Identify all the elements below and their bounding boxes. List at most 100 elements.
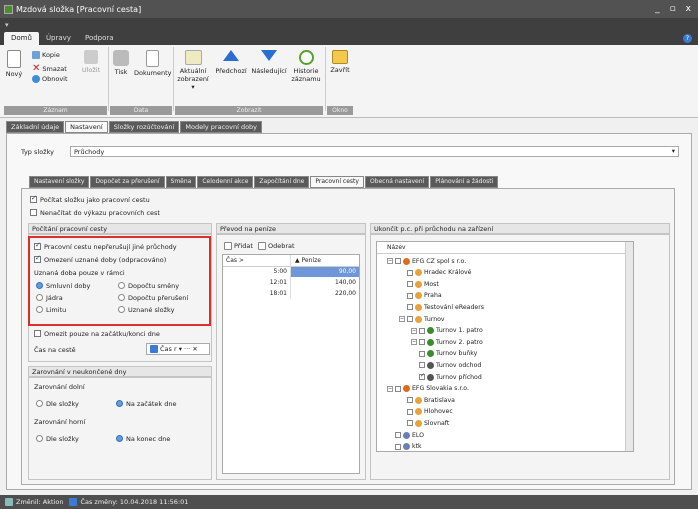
expand-icon[interactable]: − (411, 339, 417, 346)
tree-checkbox[interactable] (407, 408, 413, 415)
tree-node[interactable]: Slovnaft (399, 418, 449, 428)
col-name-header[interactable]: Název (387, 244, 406, 251)
copy-button[interactable]: Kopie (32, 51, 60, 59)
tree-node[interactable]: − Turnov 1. patro (411, 326, 483, 336)
tab-business-trips[interactable]: Pracovní cesty (310, 176, 364, 188)
expand-icon[interactable] (399, 408, 405, 415)
print-button[interactable]: Tisk (112, 50, 130, 76)
expand-icon[interactable] (399, 397, 405, 404)
close-window-button[interactable]: Zavřít (329, 50, 351, 74)
minimize-button[interactable]: _ (655, 4, 660, 14)
expand-icon[interactable] (399, 420, 405, 427)
tree-node[interactable]: Turnov příchod (411, 372, 482, 382)
expand-icon[interactable] (399, 304, 405, 311)
tree-node[interactable]: Turnov odchod (411, 360, 481, 370)
maximize-button[interactable]: ▫ (670, 4, 676, 14)
tab-general[interactable]: Obecná nastavení (364, 176, 430, 188)
no-interrupt-checkbox[interactable] (34, 241, 41, 250)
tab-support[interactable]: Podpora (78, 32, 121, 45)
next-button[interactable]: Následující (249, 50, 289, 75)
tree-checkbox[interactable] (407, 420, 413, 427)
current-view-button[interactable]: Aktuální zobrazení ▾ (175, 50, 211, 91)
tree-checkbox[interactable] (395, 432, 401, 438)
add-button[interactable]: Přidat (224, 242, 253, 250)
tree-node[interactable]: − Turnov 2. patro (411, 337, 483, 347)
remove-button[interactable]: Odebrat (258, 242, 295, 250)
to-end-radio[interactable] (116, 435, 123, 442)
expand-icon[interactable] (399, 269, 405, 276)
tree-scrollbar[interactable] (625, 242, 633, 451)
to-start-radio[interactable] (116, 400, 123, 407)
expand-icon[interactable] (411, 350, 417, 357)
tree-node[interactable]: Turnov buňky (411, 349, 477, 359)
tree-checkbox[interactable] (407, 292, 413, 299)
tree-checkbox[interactable] (407, 281, 413, 288)
table-cell[interactable]: 90,00 (339, 268, 356, 275)
only-begin-checkbox[interactable] (34, 330, 41, 337)
shift-radio[interactable] (118, 282, 125, 289)
table-cell[interactable]: 12:01 (270, 279, 287, 286)
delete-button[interactable]: ✕ Smazat (32, 63, 67, 74)
tab-item-settings[interactable]: Nastavení složky (29, 176, 90, 188)
expand-icon[interactable] (399, 292, 405, 299)
tree-node[interactable]: ktk (387, 442, 422, 451)
tab-allday[interactable]: Celodenní akce (197, 176, 254, 188)
tab-break-calc[interactable]: Dopočet za přerušení (90, 176, 165, 188)
expand-icon[interactable]: − (411, 327, 417, 334)
core-radio[interactable] (36, 294, 43, 301)
tree-node[interactable]: Most (399, 279, 439, 289)
refresh-button[interactable]: Obnovit (32, 75, 68, 83)
tree-checkbox[interactable] (419, 372, 425, 380)
tab-planning[interactable]: Plánování a žádosti (430, 176, 499, 188)
tree-checkbox[interactable] (407, 269, 413, 276)
tree-node[interactable]: − EFG CZ spol s r.o. (387, 256, 466, 266)
col-time-header[interactable]: Čas > (226, 257, 244, 264)
accepted-radio[interactable] (118, 306, 125, 313)
tab-shift[interactable]: Směna (165, 176, 197, 188)
tab-edit[interactable]: Úpravy (39, 32, 78, 45)
table-cell[interactable]: 220,00 (335, 290, 356, 297)
table-cell[interactable]: 140,00 (335, 279, 356, 286)
expand-icon[interactable]: − (387, 385, 393, 392)
close-button[interactable]: x (686, 4, 691, 14)
save-button[interactable]: Uložit (80, 50, 102, 74)
expand-icon[interactable] (387, 432, 393, 438)
tab-home[interactable]: Domů (4, 32, 39, 45)
tree-node[interactable]: Hlohovec (399, 407, 453, 417)
tree-checkbox[interactable] (407, 304, 413, 311)
upper-by-item-radio[interactable] (36, 435, 43, 442)
tree-node[interactable]: ELO (387, 430, 424, 440)
time-on-trip-combo[interactable]: Čas r ▾ ··· ✕ (146, 343, 210, 355)
limit-time-checkbox[interactable] (34, 254, 41, 263)
tree-checkbox[interactable] (419, 339, 425, 346)
tab-basic-data[interactable]: Základní údaje (6, 121, 65, 133)
contract-radio[interactable] (36, 282, 43, 289)
tree-node[interactable]: Bratislava (399, 395, 455, 405)
tree-node[interactable]: Praha (399, 291, 442, 301)
expand-icon[interactable] (399, 281, 405, 288)
documents-button[interactable]: Dokumenty (134, 50, 172, 77)
tree-checkbox[interactable] (407, 316, 413, 322)
tree-checkbox[interactable] (395, 385, 401, 392)
help-icon[interactable]: ? (683, 34, 692, 43)
tab-day-count[interactable]: Započítání dne (254, 176, 310, 188)
tree-node[interactable]: Hradec Králové (399, 268, 471, 278)
expand-icon[interactable] (411, 362, 417, 369)
expand-icon[interactable] (387, 443, 393, 450)
col-money-header[interactable]: ▲ Peníze (295, 257, 321, 264)
expand-icon[interactable]: − (387, 258, 393, 264)
table-cell[interactable]: 18:01 (270, 290, 287, 297)
table-cell[interactable]: 5:00 (274, 268, 287, 275)
tab-allocation[interactable]: Složky rozúčtování (108, 121, 180, 133)
previous-button[interactable]: Předchozí (213, 50, 249, 75)
history-button[interactable]: Historie záznamu (289, 50, 323, 83)
limit-radio[interactable] (36, 306, 43, 313)
tree-checkbox[interactable] (419, 327, 425, 334)
tree-checkbox[interactable] (419, 362, 425, 369)
expand-icon[interactable]: − (399, 316, 405, 322)
tree-node[interactable]: − Turnov (399, 314, 445, 324)
tree-checkbox[interactable] (395, 443, 401, 450)
count-as-trip-checkbox[interactable] (30, 194, 37, 203)
tab-settings[interactable]: Nastavení (65, 121, 108, 133)
tree-checkbox[interactable] (395, 258, 401, 264)
